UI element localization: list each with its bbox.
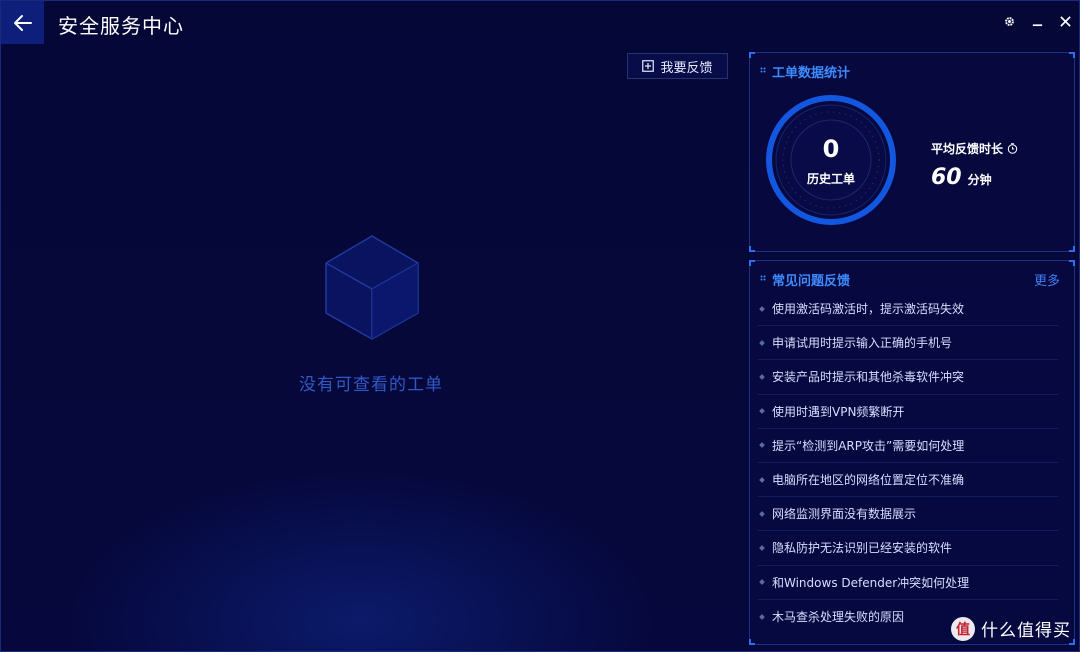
title-bar: 安全服务中心 — [1, 1, 1080, 44]
faq-item-text: 安装产品时提示和其他杀毒软件冲突 — [772, 370, 965, 385]
history-ticket-count: 0 — [822, 135, 840, 163]
feedback-button[interactable]: 我要反馈 — [627, 53, 728, 79]
diamond-bullet-icon — [759, 476, 765, 483]
diamond-bullet-icon — [759, 408, 765, 414]
minimize-icon — [1032, 23, 1042, 26]
faq-item[interactable]: 使用激活码激活时，提示激活码失效 — [758, 292, 1058, 327]
avg-feedback-unit: 分钟 — [967, 173, 992, 187]
avg-feedback-time-value: 60 分钟 — [931, 165, 992, 190]
faq-more-link[interactable]: 更多 — [1034, 270, 1060, 289]
diamond-bullet-icon — [759, 374, 765, 380]
diamond-bullet-icon — [759, 339, 765, 346]
watermark-text: 什么值得买 — [981, 621, 1071, 641]
faq-panel: 常见问题反馈 更多 使用激活码激活时，提示激活码失效 申请试用时提示输入正确的手… — [749, 260, 1075, 645]
minimize-button[interactable] — [1029, 11, 1045, 31]
faq-item[interactable]: 和Windows Defender冲突如何处理 — [758, 566, 1058, 600]
diamond-bullet-icon — [759, 579, 765, 585]
empty-state-text: 没有可查看的工单 — [299, 375, 443, 395]
faq-item-text: 使用时遇到VPN频繁断开 — [772, 404, 905, 419]
history-ticket-label: 历史工单 — [806, 172, 855, 186]
diamond-bullet-icon — [759, 305, 765, 312]
plus-square-icon — [642, 60, 655, 72]
faq-item-text: 使用激活码激活时，提示激活码失效 — [772, 302, 965, 317]
faq-item-text: 电脑所在地区的网络位置定位不准确 — [772, 473, 965, 488]
window-title: 安全服务中心 — [58, 14, 184, 38]
clock-icon — [1007, 143, 1018, 154]
settings-button[interactable] — [1001, 11, 1017, 31]
faq-item-text: 木马查杀处理失败的原因 — [772, 610, 905, 625]
close-button[interactable] — [1057, 11, 1073, 31]
faq-item[interactable]: 安装产品时提示和其他杀毒软件冲突 — [758, 360, 1058, 395]
faq-item[interactable]: 电脑所在地区的网络位置定位不准确 — [758, 463, 1058, 498]
diamond-bullet-icon — [759, 545, 765, 551]
faq-item[interactable]: 使用时遇到VPN频繁断开 — [758, 395, 1058, 429]
faq-item[interactable]: 隐私防护无法识别已经安装的软件 — [758, 531, 1058, 566]
diamond-bullet-icon — [759, 442, 765, 449]
faq-item-text: 隐私防护无法识别已经安装的软件 — [772, 541, 953, 556]
gear-icon — [1004, 16, 1014, 26]
faq-item-text: 网络监测界面没有数据展示 — [772, 507, 917, 522]
stats-panel-title: 工单数据统计 — [772, 66, 851, 81]
ticket-stats-panel: 工单数据统计 0 历史工单 平均反馈时长 60 分钟 — [749, 52, 1075, 252]
grip-icon — [760, 275, 766, 281]
faq-item[interactable]: 提示“检测到ARP攻击”需要如何处理 — [758, 429, 1058, 463]
diamond-bullet-icon — [759, 613, 765, 620]
faq-item-text: 提示“检测到ARP攻击”需要如何处理 — [772, 438, 965, 453]
faq-item[interactable]: 网络监测界面没有数据展示 — [758, 497, 1058, 532]
close-icon — [1059, 15, 1071, 27]
avg-feedback-label-text: 平均反馈时长 — [931, 142, 1004, 156]
diamond-bullet-icon — [759, 510, 765, 517]
watermark-logo: 值 — [951, 616, 975, 641]
faq-list: 使用激活码激活时，提示激活码失效 申请试用时提示输入正确的手机号 安装产品时提示… — [758, 292, 1058, 634]
grip-icon — [760, 67, 766, 73]
faq-item-text: 和Windows Defender冲突如何处理 — [772, 575, 970, 590]
watermark: 值 什么值得买 — [951, 616, 1071, 641]
window-controls — [1001, 11, 1073, 31]
avg-feedback-time-label: 平均反馈时长 — [931, 140, 1018, 157]
faq-item[interactable]: 申请试用时提示输入正确的手机号 — [758, 326, 1058, 361]
back-button[interactable] — [1, 1, 44, 44]
faq-panel-title: 常见问题反馈 — [772, 274, 851, 289]
arrow-left-icon — [13, 14, 32, 31]
app-window: 安全服务中心 我要反馈 没有可查看的工单 工单数据统计 0 历史工单 平均反馈时… — [0, 0, 1080, 652]
cube-icon — [325, 235, 419, 340]
faq-item-text: 申请试用时提示输入正确的手机号 — [772, 336, 953, 351]
feedback-button-label: 我要反馈 — [660, 60, 713, 76]
avg-feedback-number: 60 — [931, 165, 962, 190]
